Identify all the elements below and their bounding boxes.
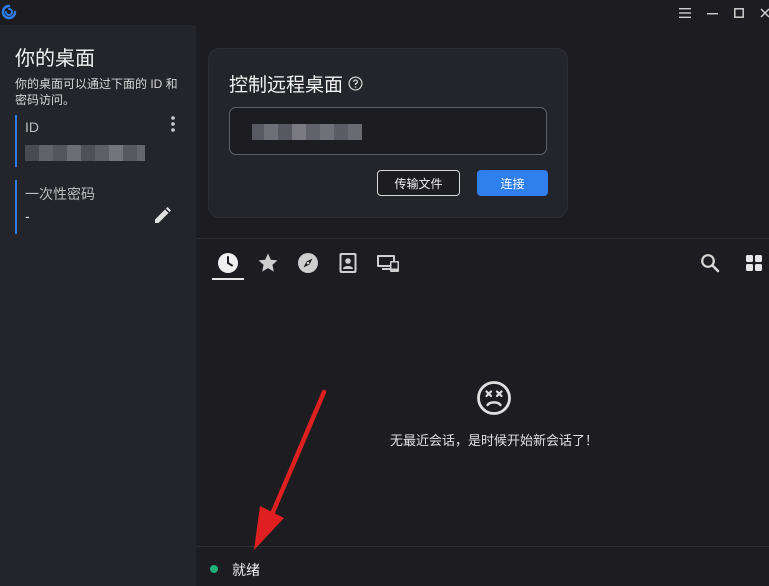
hamburger-icon (679, 7, 691, 18)
control-remote-title: 控制远程桌面 (229, 75, 344, 96)
compass-icon (298, 253, 318, 273)
search-icon[interactable] (700, 253, 720, 273)
app-window: 你的桌面 你的桌面可以通过下面的 ID 和密码访问。 ID 一次性密码 - 控制… (0, 0, 769, 586)
password-value: - (25, 208, 30, 224)
more-options-icon[interactable] (168, 115, 178, 133)
star-icon (258, 253, 278, 272)
your-desktop-title: 你的桌面 (15, 48, 95, 70)
active-tab-indicator (212, 278, 244, 280)
title-bar (0, 0, 769, 25)
edit-pencil-icon[interactable] (152, 206, 172, 226)
close-button[interactable] (752, 0, 769, 25)
help-icon[interactable] (348, 76, 363, 91)
minimize-icon (706, 12, 718, 14)
id-section: ID (15, 115, 187, 167)
close-icon (760, 7, 769, 18)
contact-book-icon (339, 253, 357, 273)
one-time-password-label: 一次性密码 (25, 186, 95, 202)
devices-icon (377, 255, 399, 272)
tab-accessible-devices[interactable] (376, 252, 400, 274)
maximize-icon (734, 7, 744, 18)
status-indicator-dot (210, 565, 218, 573)
remote-id-input[interactable] (229, 107, 547, 155)
tab-favorites[interactable] (256, 252, 280, 274)
grid-view-icon[interactable] (745, 254, 763, 272)
menu-button[interactable] (672, 0, 698, 25)
tab-discovered[interactable] (296, 252, 320, 274)
tab-address-book[interactable] (336, 252, 360, 274)
maximize-button[interactable] (726, 0, 752, 25)
remote-id-value-pixelated (252, 124, 362, 140)
password-section: 一次性密码 - (15, 180, 187, 234)
minimize-button[interactable] (699, 0, 725, 25)
id-value-pixelated[interactable] (25, 145, 145, 161)
annotation-arrow (254, 389, 327, 550)
status-text: 就绪 (232, 562, 260, 578)
sidebar: 你的桌面 你的桌面可以通过下面的 ID 和密码访问。 ID 一次性密码 - (0, 25, 196, 586)
tab-recent-sessions[interactable] (216, 252, 240, 274)
id-label: ID (25, 119, 39, 135)
clock-icon (218, 253, 238, 273)
connect-button[interactable]: 连接 (477, 170, 548, 196)
sad-face-icon (477, 381, 511, 415)
your-desktop-description: 你的桌面可以通过下面的 ID 和密码访问。 (15, 77, 178, 107)
control-remote-card: 控制远程桌面 传输文件 连接 (208, 48, 568, 218)
transfer-file-button[interactable]: 传输文件 (377, 170, 460, 196)
rustdesk-logo-icon (1, 4, 17, 20)
